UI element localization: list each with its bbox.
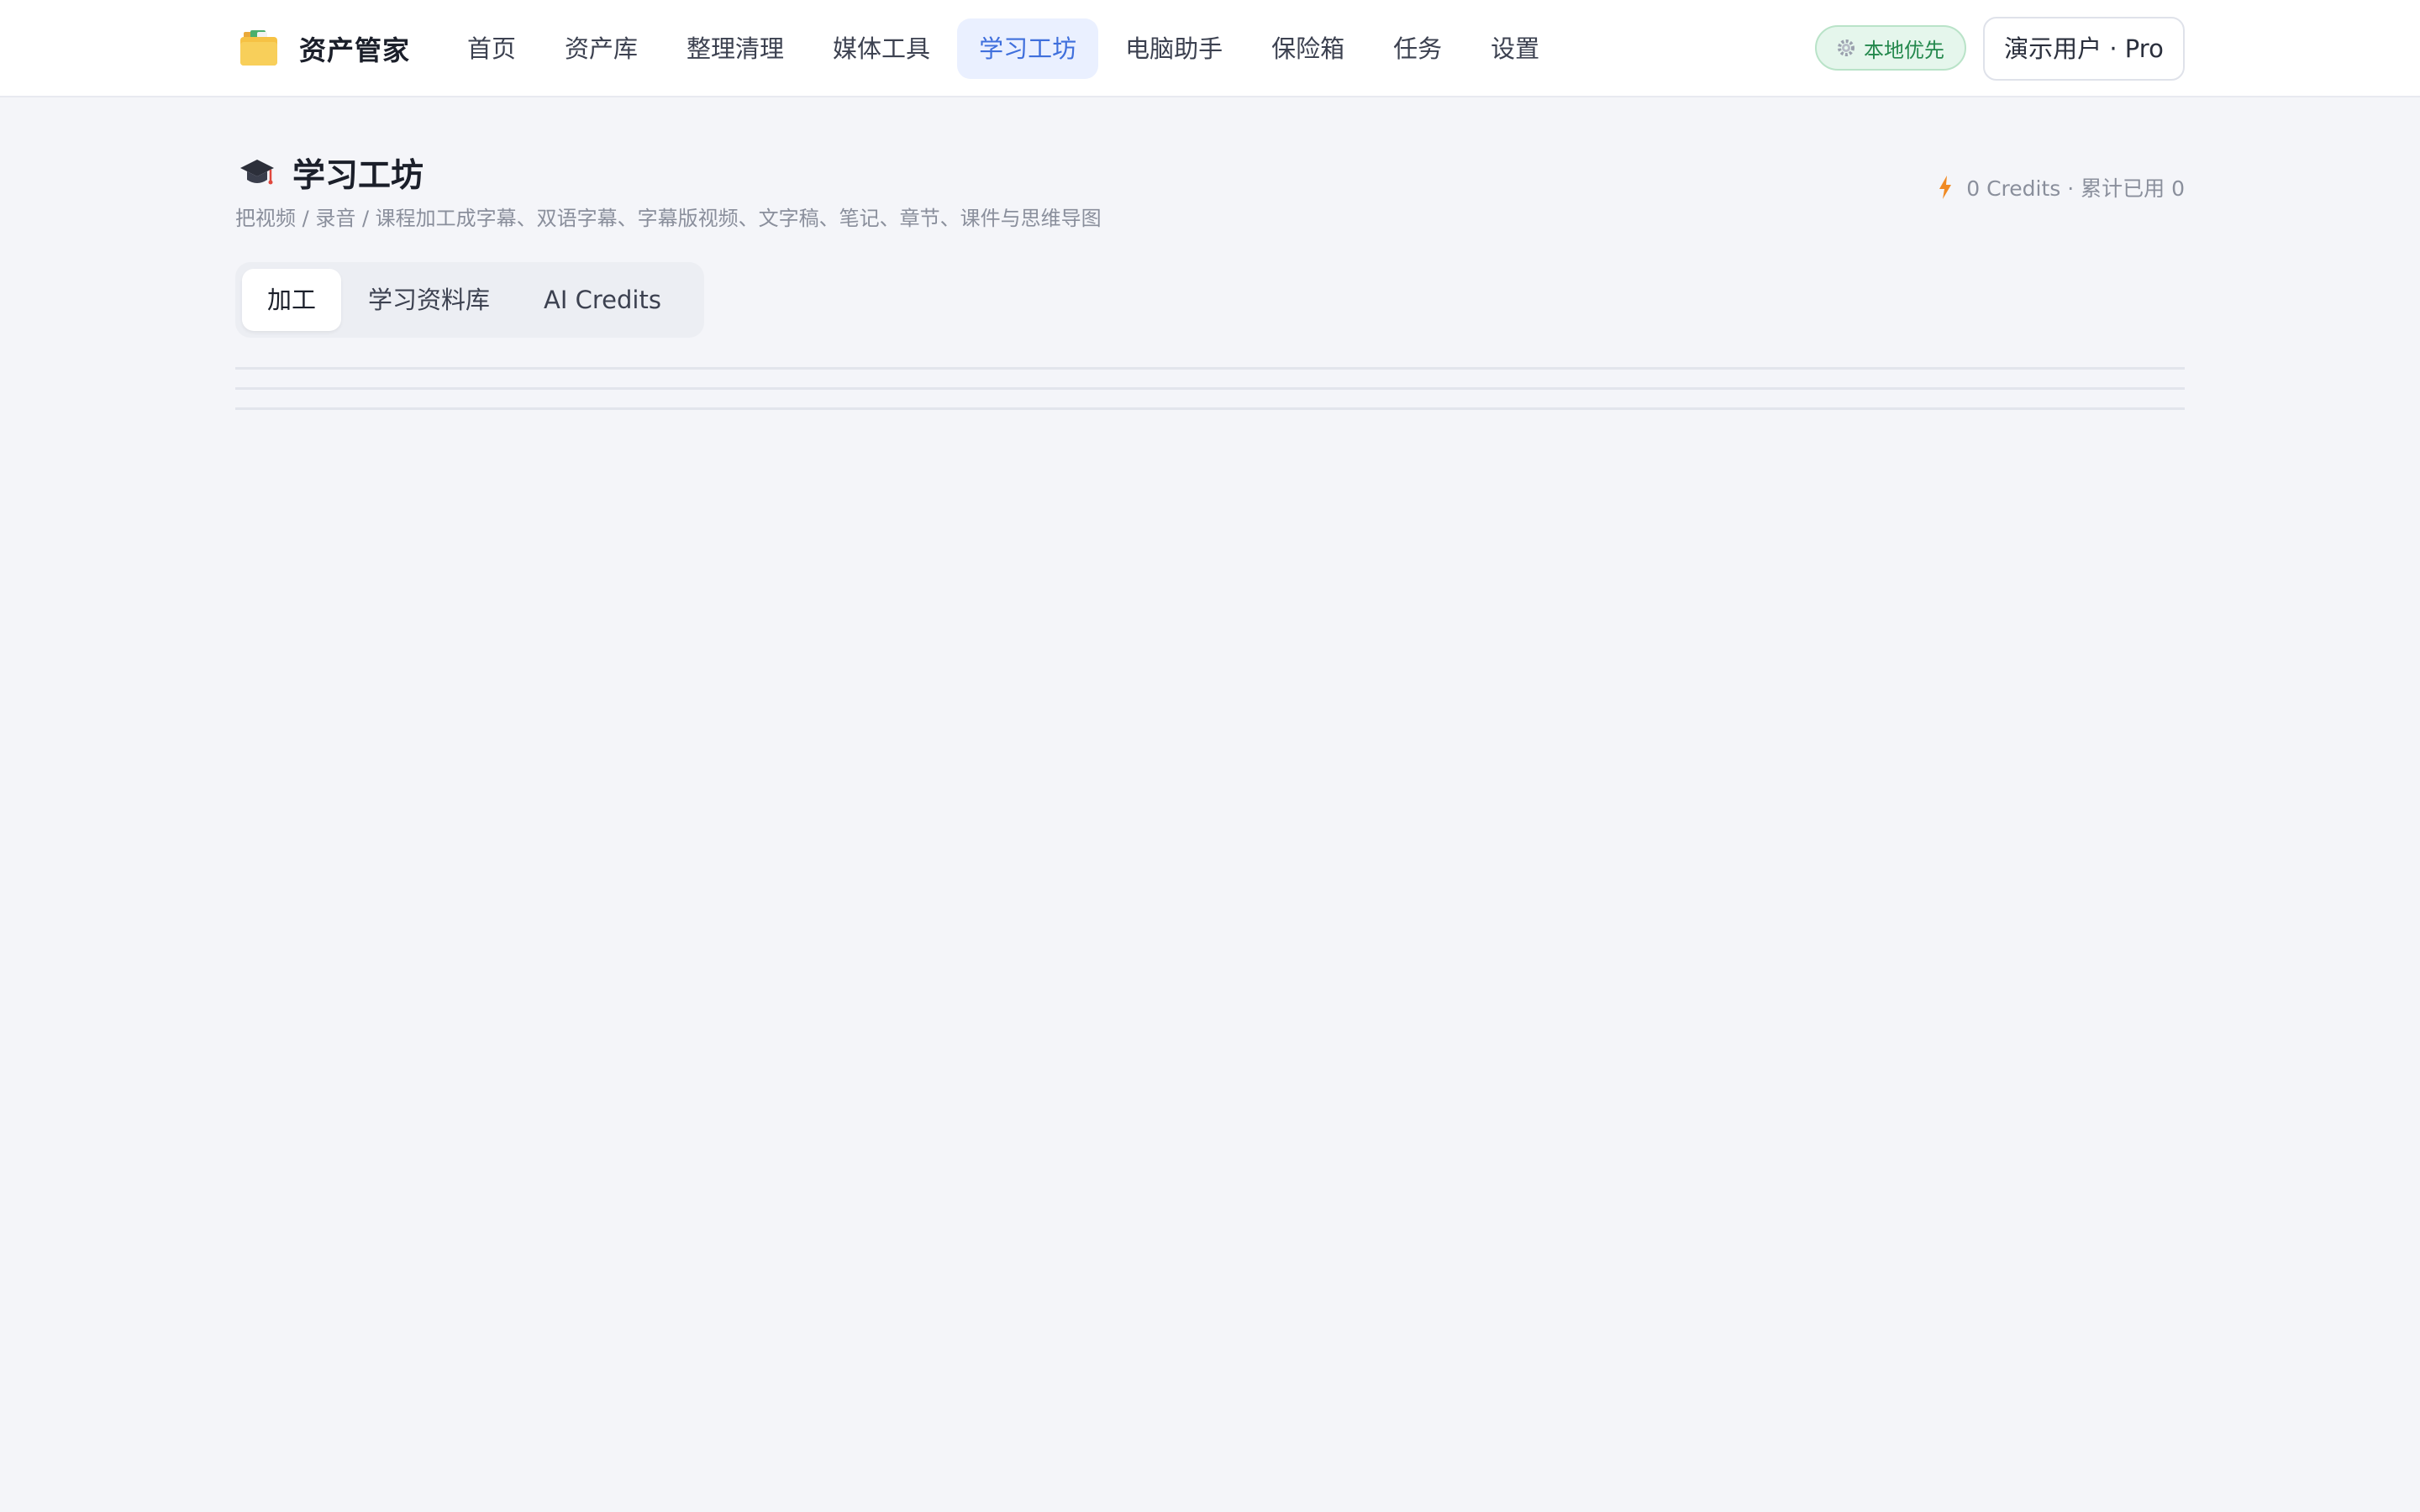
local-first-label: 本地优先: [1864, 38, 1944, 62]
credits-summary: 0 Credits · 累计已用 0: [1938, 173, 2185, 202]
tab-processing[interactable]: 加工: [242, 269, 342, 331]
tab-learning-library[interactable]: 学习资料库: [341, 269, 517, 331]
nav-item-vault[interactable]: 保险箱: [1249, 18, 1366, 79]
credits-text: 0 Credits · 累计已用 0: [1966, 176, 2185, 201]
lightning-bolt-icon: [1938, 176, 1953, 199]
content-divider: [235, 387, 2185, 390]
page-subtitle: 把视频 / 录音 / 课程加工成字幕、双语字幕、字幕版视频、文字稿、笔记、章节、…: [235, 207, 1102, 230]
nav-item-settings[interactable]: 设置: [1469, 18, 1561, 79]
user-account-button[interactable]: 演示用户 · Pro: [1983, 17, 2185, 81]
page-header: 学习工坊: [239, 150, 424, 197]
nav-item-home[interactable]: 首页: [445, 18, 538, 79]
folder-icon: [239, 30, 279, 67]
main-nav: 首页 资产库 整理清理 媒体工具 学习工坊 电脑助手 保险箱 任务 设置: [445, 18, 1566, 79]
page-title: 学习工坊: [292, 157, 424, 195]
nav-item-organize[interactable]: 整理清理: [665, 18, 806, 79]
graduation-cap-icon: [239, 156, 276, 190]
app-title: 资产管家: [299, 34, 411, 66]
nav-item-tasks[interactable]: 任务: [1371, 18, 1464, 79]
content-divider: [235, 367, 2185, 370]
nav-item-learning-workshop[interactable]: 学习工坊: [957, 18, 1099, 79]
brand[interactable]: 资产管家: [239, 29, 410, 69]
nav-item-pc-assistant[interactable]: 电脑助手: [1103, 18, 1244, 79]
tab-ai-credits[interactable]: AI Credits: [517, 269, 688, 331]
content-divider: [235, 407, 2185, 410]
local-first-badge[interactable]: 本地优先: [1815, 25, 1966, 71]
workshop-tabs: 加工 学习资料库 AI Credits: [235, 262, 704, 338]
gear-icon: [1837, 39, 1855, 57]
nav-item-asset-library[interactable]: 资产库: [543, 18, 660, 79]
nav-item-media-tools[interactable]: 媒体工具: [811, 18, 952, 79]
top-navigation-bar: 资产管家 首页 资产库 整理清理 媒体工具 学习工坊 电脑助手 保险箱 任务 设…: [0, 0, 2420, 97]
